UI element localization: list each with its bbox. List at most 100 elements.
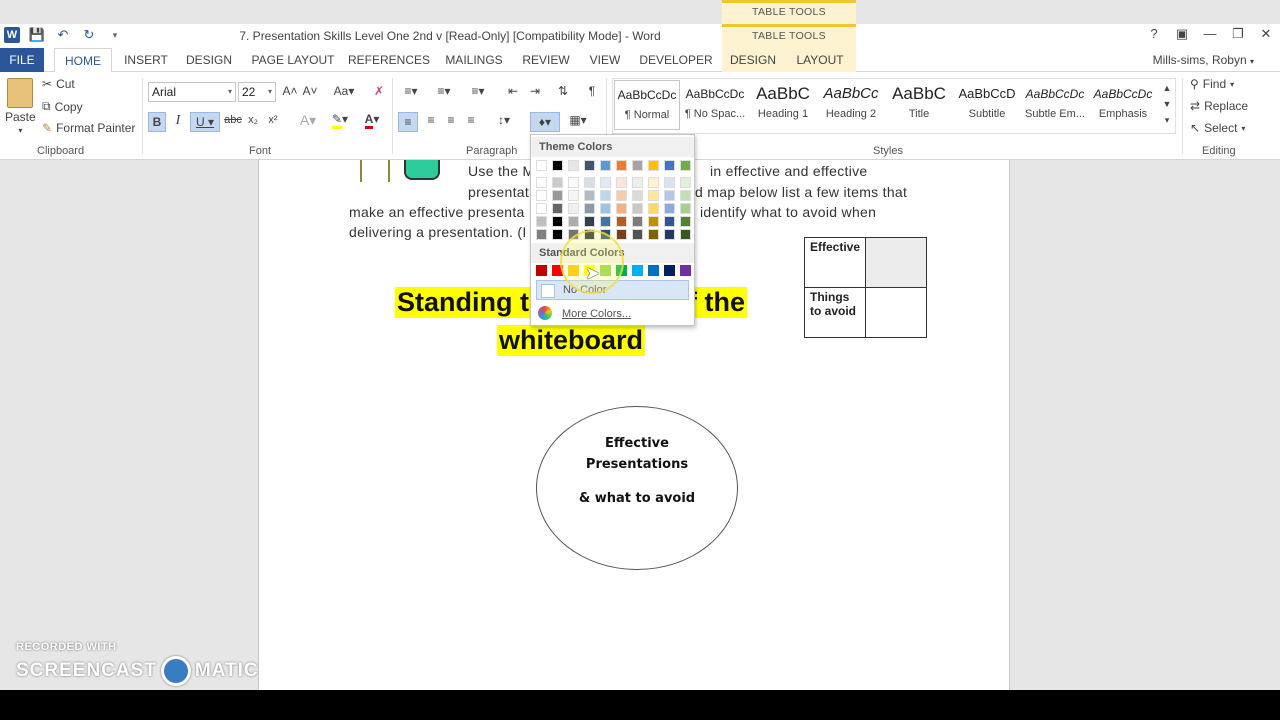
- numbering-icon[interactable]: ≡▾: [430, 84, 458, 98]
- increase-indent-icon[interactable]: ⇥: [526, 84, 544, 98]
- theme-color-shade-swatch[interactable]: [648, 216, 659, 227]
- theme-color-shade-swatch[interactable]: [568, 177, 579, 188]
- theme-color-shade-swatch[interactable]: [632, 177, 643, 188]
- theme-color-swatch[interactable]: [584, 160, 595, 171]
- style-heading-1[interactable]: AaBbC Heading 1: [750, 80, 816, 130]
- body-text-line[interactable]: presentat: [468, 184, 529, 200]
- theme-color-shade-swatch[interactable]: [584, 216, 595, 227]
- text-effects-icon[interactable]: A▾: [296, 112, 320, 129]
- subscript-button[interactable]: x₂: [246, 114, 260, 126]
- body-text-line[interactable]: make an effective presenta: [349, 204, 525, 220]
- theme-color-shade-swatch[interactable]: [632, 203, 643, 214]
- standard-color-swatch[interactable]: [680, 265, 691, 276]
- ribbon-display-icon[interactable]: ▣: [1168, 26, 1196, 42]
- line-spacing-icon[interactable]: ↕▾: [490, 113, 518, 127]
- tab-page-layout[interactable]: PAGE LAYOUT: [248, 48, 338, 72]
- more-colors-option[interactable]: More Colors...: [536, 305, 689, 323]
- tab-review[interactable]: REVIEW: [518, 48, 574, 72]
- format-painter-button[interactable]: ✎ Format Painter: [42, 121, 135, 135]
- theme-color-shade-swatch[interactable]: [664, 190, 675, 201]
- standard-color-swatch[interactable]: [632, 265, 643, 276]
- decrease-indent-icon[interactable]: ⇤: [504, 84, 522, 98]
- restore-icon[interactable]: ❐: [1224, 26, 1252, 42]
- tab-developer[interactable]: DEVELOPER: [636, 48, 716, 72]
- theme-color-shade-swatch[interactable]: [680, 190, 691, 201]
- underline-button[interactable]: U ▾: [190, 112, 220, 132]
- table-cell[interactable]: [865, 287, 928, 338]
- multilevel-list-icon[interactable]: ≡▾: [464, 84, 492, 98]
- theme-color-shade-swatch[interactable]: [680, 216, 691, 227]
- font-size-select[interactable]: 22 ▾: [238, 82, 276, 102]
- body-text-line[interactable]: in effective and effective: [710, 163, 868, 179]
- copy-button[interactable]: ⧉ Copy: [42, 99, 83, 114]
- theme-color-swatch[interactable]: [664, 160, 675, 171]
- theme-color-shade-swatch[interactable]: [664, 203, 675, 214]
- shrink-font-icon[interactable]: A˅: [302, 84, 318, 98]
- theme-color-shade-swatch[interactable]: [568, 190, 579, 201]
- theme-color-swatch[interactable]: [552, 160, 563, 171]
- style-title[interactable]: AaBbC Title: [886, 80, 952, 130]
- theme-color-shade-swatch[interactable]: [536, 177, 547, 188]
- clear-formatting-icon[interactable]: ✗: [370, 84, 388, 98]
- tab-home[interactable]: HOME: [54, 48, 112, 73]
- tab-table-design[interactable]: DESIGN: [722, 48, 784, 72]
- theme-color-shade-swatch[interactable]: [616, 190, 627, 201]
- body-text-line[interactable]: d map below list a few items that: [695, 184, 907, 200]
- bold-button[interactable]: B: [148, 112, 166, 132]
- show-formatting-icon[interactable]: ¶: [584, 84, 600, 98]
- theme-color-shade-swatch[interactable]: [568, 216, 579, 227]
- align-right-icon[interactable]: ≡: [442, 113, 460, 127]
- shading-button[interactable]: ♦▾: [530, 112, 560, 132]
- theme-color-shade-swatch[interactable]: [600, 190, 611, 201]
- theme-color-shade-swatch[interactable]: [536, 229, 547, 240]
- theme-color-shade-swatch[interactable]: [568, 203, 579, 214]
- find-button[interactable]: ⚲ Find ▾: [1190, 77, 1234, 91]
- change-case-icon[interactable]: Aa▾: [330, 84, 358, 98]
- theme-color-shade-swatch[interactable]: [536, 190, 547, 201]
- theme-color-shade-swatch[interactable]: [648, 177, 659, 188]
- theme-color-swatch[interactable]: [600, 160, 611, 171]
- cut-button[interactable]: ✂ Cut: [42, 77, 75, 91]
- theme-color-shade-swatch[interactable]: [584, 203, 595, 214]
- table-cell-selected[interactable]: [865, 237, 928, 288]
- theme-color-shade-swatch[interactable]: [616, 229, 627, 240]
- font-name-select[interactable]: Arial ▾: [148, 82, 236, 102]
- standard-color-swatch[interactable]: [648, 265, 659, 276]
- align-center-icon[interactable]: ≡: [422, 113, 440, 127]
- theme-color-shade-swatch[interactable]: [648, 203, 659, 214]
- tab-design[interactable]: DESIGN: [180, 48, 238, 72]
- theme-color-shade-swatch[interactable]: [600, 216, 611, 227]
- tab-file[interactable]: FILE: [0, 48, 44, 72]
- theme-color-shade-swatch[interactable]: [616, 203, 627, 214]
- standard-color-swatch[interactable]: [536, 265, 547, 276]
- superscript-button[interactable]: x²: [266, 114, 280, 126]
- style-emphasis[interactable]: AaBbCcDc Emphasis: [1090, 80, 1156, 130]
- style-subtitle[interactable]: AaBbCcD Subtitle: [954, 80, 1020, 130]
- style-heading-2[interactable]: AaBbCc Heading 2: [818, 80, 884, 130]
- heading-line-1-end[interactable]: f the: [686, 287, 747, 318]
- theme-color-shade-swatch[interactable]: [680, 229, 691, 240]
- paste-button[interactable]: Paste ▾: [5, 78, 36, 135]
- replace-button[interactable]: ⇄ Replace: [1190, 99, 1248, 113]
- theme-color-swatch[interactable]: [632, 160, 643, 171]
- table-cell[interactable]: Things to avoid: [803, 287, 867, 338]
- theme-color-shade-swatch[interactable]: [552, 177, 563, 188]
- theme-color-shade-swatch[interactable]: [664, 177, 675, 188]
- theme-color-shade-swatch[interactable]: [552, 203, 563, 214]
- body-text-line[interactable]: identify what to avoid when: [700, 204, 876, 220]
- theme-color-shade-swatch[interactable]: [632, 190, 643, 201]
- bullets-icon[interactable]: ≡▾: [398, 84, 424, 98]
- tab-view[interactable]: VIEW: [584, 48, 626, 72]
- theme-color-shade-swatch[interactable]: [584, 190, 595, 201]
- theme-color-shade-swatch[interactable]: [552, 216, 563, 227]
- body-text-line[interactable]: delivering a presentation. (I: [349, 224, 527, 240]
- align-left-icon[interactable]: ≡: [398, 112, 418, 132]
- tab-table-layout[interactable]: LAYOUT: [784, 48, 856, 72]
- document-table[interactable]: Effective Things to avoid: [803, 237, 928, 338]
- theme-color-shade-swatch[interactable]: [632, 216, 643, 227]
- theme-color-swatch[interactable]: [648, 160, 659, 171]
- user-account[interactable]: Mills-sims, Robyn ▾: [1153, 53, 1254, 67]
- table-cell[interactable]: Effective: [803, 237, 867, 288]
- theme-color-shade-swatch[interactable]: [680, 177, 691, 188]
- highlight-color-button[interactable]: ✎▾: [326, 112, 354, 129]
